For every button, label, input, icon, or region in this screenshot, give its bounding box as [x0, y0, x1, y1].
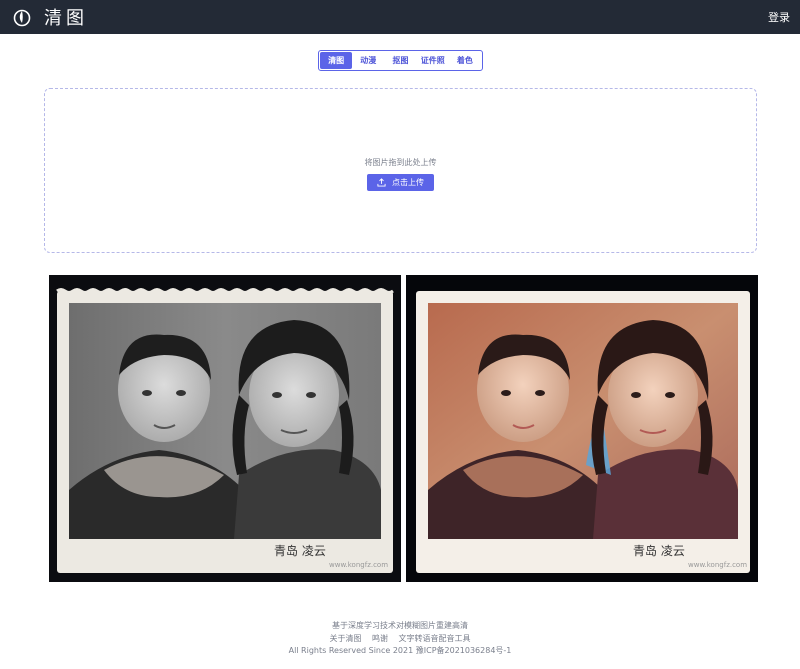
upload-button-label: 点击上传	[392, 177, 424, 187]
watermark-text-colorized: www.kongfz.com	[688, 561, 747, 569]
tab-anime[interactable]: 动漫	[352, 52, 384, 69]
footer-links: 关于清图 鸣谢 文字转语音配音工具	[0, 633, 800, 646]
top-nav-bar: 清图 登录	[0, 0, 800, 34]
tab-colorize[interactable]: 着色	[449, 52, 481, 69]
mode-tabs: 清图 动漫 抠图 证件照 着色	[318, 50, 483, 71]
upload-button[interactable]: 点击上传	[367, 173, 434, 191]
tab-enhance[interactable]: 清图	[320, 52, 353, 69]
droplet-logo-icon	[13, 9, 31, 27]
footer-copyright: All Rights Reserved Since 2021 豫ICP备2021…	[288, 646, 512, 655]
upload-drop-zone[interactable]: 将图片拖到此处上传 点击上传	[44, 88, 757, 253]
login-link[interactable]: 登录	[768, 9, 790, 25]
tab-cutout[interactable]: 抠图	[384, 52, 416, 69]
colorized-photo: 青岛 凌云 www.kongfz.com	[406, 275, 758, 582]
footer-link-tts-tool[interactable]: 文字转语音配音工具	[399, 634, 471, 643]
original-photo: 青岛 凌云 www.kongfz.com	[49, 275, 401, 582]
upload-icon	[377, 177, 386, 187]
tab-id-photo[interactable]: 证件照	[417, 52, 449, 69]
footer-tagline: 基于深度学习技术对模糊图片重建高清	[332, 621, 468, 630]
page-footer: 基于深度学习技术对模糊图片重建高清 关于清图 鸣谢 文字转语音配音工具 All …	[0, 620, 800, 658]
studio-stamp-colorized: 青岛 凌云	[633, 543, 685, 558]
brand-logo[interactable]: 清图	[12, 4, 88, 30]
footer-link-about[interactable]: 关于清图	[329, 634, 361, 643]
studio-stamp: 青岛 凌云	[274, 543, 326, 558]
brand-name: 清图	[44, 8, 88, 29]
footer-link-thanks[interactable]: 鸣谢	[372, 634, 388, 643]
upload-hint-text: 将图片拖到此处上传	[364, 157, 437, 167]
watermark-text: www.kongfz.com	[329, 561, 388, 569]
